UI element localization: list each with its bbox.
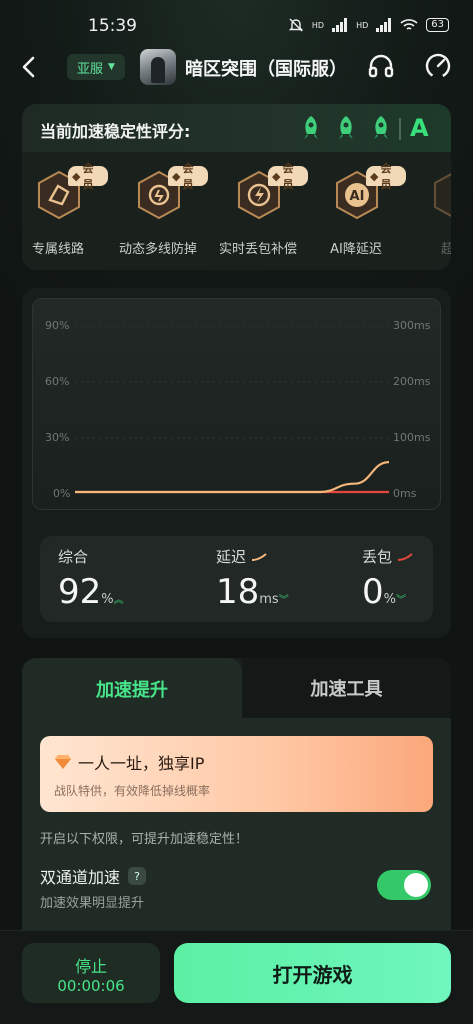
- vip-diamond-icon: ◆: [172, 169, 181, 183]
- vip-badge: ◆ 会员: [366, 162, 406, 191]
- chart-svg: [75, 325, 390, 494]
- left-axis-tick: 90%: [45, 319, 70, 332]
- metric-value: 92: [58, 572, 102, 612]
- left-axis-tick: 30%: [45, 431, 70, 444]
- series-line-1: [75, 461, 390, 494]
- rocket-icon-2: [339, 116, 353, 139]
- stability-score-card: 当前加速稳定性评分: A ◆ 会员 专属线路 ◆ 会员 动态多线防掉 ◆ 会员 实时丢…: [22, 104, 451, 270]
- vip-diamond-icon: ◆: [72, 169, 81, 183]
- stop-label: 停止: [74, 957, 107, 976]
- dual-channel-subtitle: 加速效果明显提升: [40, 896, 145, 911]
- metric-unit: %: [101, 592, 114, 607]
- metrics-panel: 综合 92%︽ 延迟 18ms︾ 丢包 0%︾: [40, 536, 433, 622]
- feature-exclusive-route[interactable]: ◆ 会员 专属线路: [22, 162, 108, 266]
- metric-unit: %: [383, 592, 396, 607]
- status-time: 15:39: [88, 16, 137, 36]
- feature-packet-compensation[interactable]: ◆ 会员 实时丢包补偿: [208, 162, 308, 266]
- game-avatar: [140, 49, 176, 85]
- stop-button[interactable]: 停止 00:00:06: [22, 943, 160, 1003]
- help-icon[interactable]: ?: [128, 867, 147, 885]
- down-arrows-icon: ︾: [396, 595, 406, 606]
- metric-label: 综合: [58, 548, 89, 566]
- wifi-icon: [400, 19, 418, 30]
- tab-acceleration-tools[interactable]: 加速工具: [242, 658, 451, 718]
- tab-acceleration-boost[interactable]: 加速提升: [22, 658, 242, 720]
- vip-badge: ◆ 会员: [268, 162, 308, 191]
- metric-unit: ms: [259, 592, 279, 607]
- vip-badge: ◆ 会员: [68, 162, 108, 191]
- toggle-knob: [404, 873, 428, 897]
- right-axis-tick: 0ms: [393, 487, 417, 500]
- metric-overall: 综合 92%︽: [58, 546, 124, 612]
- game-title: 暗区突围（国际服）: [185, 59, 347, 80]
- feature-label: 专属线路: [31, 242, 84, 257]
- region-selector[interactable]: 亚服 ▼: [67, 54, 125, 80]
- top-navigation: 亚服 ▼ 暗区突围（国际服）: [0, 44, 473, 90]
- down-arrows-icon: ︾: [278, 595, 289, 606]
- tab-content: 一人一址，独享IP 战队特供，有效降低掉线概率 开启以下权限，可提升加速稳定性！…: [22, 718, 451, 948]
- diamond-icon: [55, 755, 71, 769]
- network-graph-card: 90% 60% 30% 0% 300ms 200ms 100ms 0ms 综合 …: [22, 288, 451, 638]
- network-label-1: HD: [311, 20, 325, 30]
- metric-packet-loss: 丢包 0%︾: [362, 546, 413, 612]
- vip-diamond-icon: ◆: [370, 169, 379, 183]
- rocket-icon-1: [304, 116, 318, 139]
- speedometer-icon[interactable]: [424, 52, 452, 80]
- elapsed-timer: 00:00:06: [57, 977, 125, 995]
- mute-bell-icon: [288, 18, 304, 32]
- grade-divider: [399, 118, 401, 140]
- feature-multiline[interactable]: ◆ 会员 动态多线防掉: [108, 162, 208, 266]
- loss-legend-icon: [397, 553, 413, 561]
- status-bar: 15:39 HD HD 63: [0, 0, 473, 44]
- bottom-action-bar: 停止 00:00:06 打开游戏: [0, 930, 473, 1024]
- promo-subtitle: 战队特供，有效降低掉线概率: [54, 784, 211, 798]
- status-icons: HD HD 63: [288, 17, 449, 33]
- headset-icon[interactable]: [367, 52, 395, 80]
- left-axis-tick: 0%: [53, 487, 71, 500]
- metric-latency: 延迟 18ms︾: [216, 546, 289, 612]
- latency-legend-icon: [251, 553, 267, 561]
- dual-channel-toggle[interactable]: [377, 870, 431, 900]
- metric-label: 丢包: [362, 548, 393, 566]
- feature-label: 实时丢包补偿: [218, 242, 297, 257]
- permission-hint: 开启以下权限，可提升加速稳定性！: [40, 832, 249, 847]
- open-game-button[interactable]: 打开游戏: [174, 943, 451, 1003]
- right-axis-tick: 100ms: [393, 431, 431, 444]
- stability-grade: A: [410, 114, 429, 142]
- caret-down-icon: ▼: [108, 62, 115, 72]
- signal-icon: [332, 18, 348, 32]
- feature-label: 超级: [440, 242, 451, 257]
- right-axis-tick: 300ms: [393, 319, 431, 332]
- vip-badge: ◆ 会员: [168, 162, 208, 191]
- feature-label: AI降延迟: [330, 242, 382, 257]
- rocket-icon-3: [374, 116, 388, 139]
- latency-chart: 90% 60% 30% 0% 300ms 200ms 100ms 0ms: [32, 298, 441, 510]
- up-arrows-icon: ︽: [113, 595, 124, 606]
- feature-ai-latency[interactable]: AI ◆ 会员 AI降延迟: [306, 162, 406, 266]
- signal-icon-2: [376, 18, 392, 32]
- stability-title: 当前加速稳定性评分:: [40, 122, 191, 141]
- feature-label: 动态多线防掉: [118, 242, 197, 257]
- promo-title: 一人一址，独享IP: [78, 754, 205, 773]
- metric-value: 0: [362, 572, 384, 612]
- region-label: 亚服: [77, 61, 104, 77]
- extra-feature-icon: [434, 173, 451, 217]
- boost-panel: 加速工具 加速提升 一人一址，独享IP 战队特供，有效降低掉线概率 开启以下权限…: [22, 658, 451, 948]
- back-arrow-icon[interactable]: [14, 52, 44, 82]
- vip-diamond-icon: ◆: [272, 169, 281, 183]
- metric-value: 18: [216, 572, 260, 612]
- stability-header: 当前加速稳定性评分: A: [22, 104, 451, 152]
- dual-channel-title: 双通道加速: [40, 868, 121, 887]
- battery-indicator: 63: [426, 18, 449, 32]
- right-axis-tick: 200ms: [393, 375, 431, 388]
- feature-extra[interactable]: 超级: [404, 166, 451, 266]
- exclusive-ip-banner[interactable]: 一人一址，独享IP 战队特供，有效降低掉线概率: [40, 736, 433, 812]
- svg-text:AI: AI: [350, 189, 365, 204]
- metric-label: 延迟: [216, 548, 247, 566]
- left-axis-tick: 60%: [45, 375, 70, 388]
- network-label-2: HD: [356, 20, 369, 30]
